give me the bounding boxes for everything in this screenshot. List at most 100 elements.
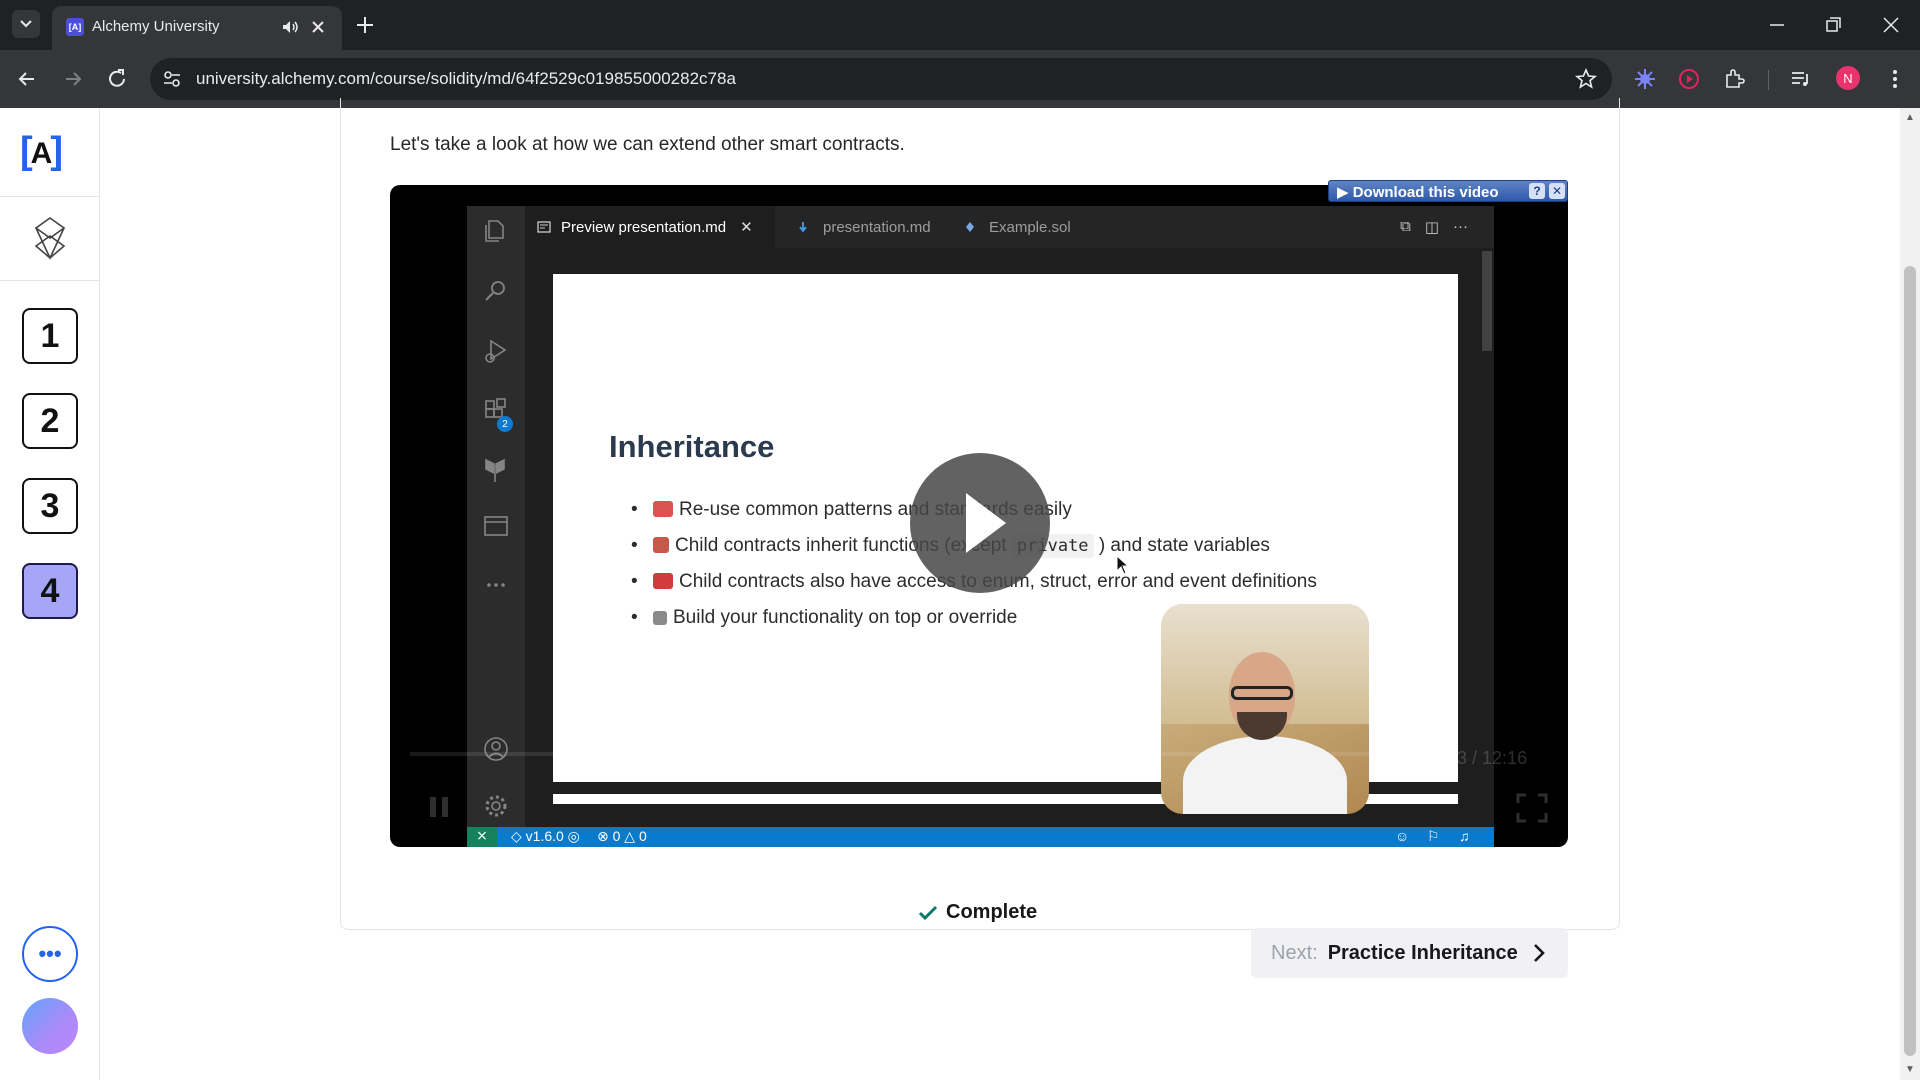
address-bar[interactable]: university.alchemy.com/course/solidity/m… — [150, 58, 1612, 100]
search-icon — [485, 281, 505, 301]
new-tab-icon[interactable] — [352, 12, 378, 38]
editor-scrollbar — [1482, 251, 1492, 351]
copilot-icon: ☺ — [1395, 828, 1410, 844]
kebab-menu-icon[interactable] — [1882, 66, 1908, 92]
files-icon — [485, 220, 504, 242]
video-progress-bar[interactable] — [410, 752, 1410, 756]
broadcast-icon: ⚐ — [1427, 828, 1440, 844]
editor-tab-label: Example.sol — [989, 218, 1071, 236]
open-source-icon: ⧉ — [1400, 218, 1411, 235]
logo-mark: A — [30, 137, 53, 170]
more-options-button[interactable]: ••• — [22, 926, 78, 982]
profile-avatar[interactable]: N — [1836, 66, 1860, 90]
download-video-label[interactable]: ▶ Download this video — [1337, 183, 1499, 201]
extension-flower-icon[interactable] — [1632, 66, 1658, 92]
remote-icon: ⨯ — [467, 827, 497, 847]
next-lesson-title: Practice Inheritance — [1327, 941, 1518, 964]
close-window-icon[interactable] — [1878, 12, 1904, 38]
extensions-puzzle-icon[interactable] — [1722, 66, 1748, 92]
status-problems: ⊗ 0 △ 0 — [597, 828, 647, 844]
lesson-video-player[interactable]: 2 Preview presentation.md ✕ presentation… — [390, 185, 1568, 847]
bullet-text: ) and state variables — [1098, 535, 1270, 556]
tab-title: Alchemy University — [92, 18, 220, 35]
run-debug-icon — [485, 339, 507, 363]
extension-record-icon[interactable] — [1676, 66, 1702, 92]
reload-icon[interactable] — [104, 66, 130, 92]
pause-icon[interactable] — [428, 795, 450, 819]
preview-icon — [537, 221, 551, 233]
module-4-button[interactable]: 4 — [22, 563, 78, 619]
video-time: 0:03 / 12:16 — [1432, 748, 1528, 768]
wrench-icon — [653, 611, 667, 625]
complete-button[interactable]: Complete — [918, 901, 1037, 924]
more-icon — [487, 583, 505, 587]
toolbox-icon — [653, 573, 673, 589]
editor-tab-bar: Preview presentation.md ✕ presentation.m… — [525, 206, 1494, 248]
logo-bracket-left: [ — [20, 130, 33, 172]
browser-tab[interactable]: [A] Alchemy University — [52, 6, 342, 50]
solidity-icon — [966, 222, 974, 232]
course-sidebar: [A] 1 2 3 4 ••• — [0, 108, 100, 1080]
terraform-icon — [485, 458, 505, 482]
alchemy-logo[interactable]: [A] — [20, 130, 63, 173]
page-scrollbar[interactable]: ▲ ▼ — [1900, 108, 1920, 1080]
editor-tab-preview: Preview presentation.md ✕ — [525, 206, 775, 248]
minimize-icon[interactable] — [1764, 12, 1790, 38]
toolbar-divider — [1768, 70, 1769, 90]
activity-bar: 2 — [467, 206, 525, 827]
page-content: [A] 1 2 3 4 ••• Let's take a look at how… — [0, 98, 1920, 1080]
logo-bracket-right: ] — [50, 130, 63, 172]
editor-tab-label: Preview presentation.md — [561, 218, 727, 236]
help-icon[interactable]: ? — [1529, 183, 1545, 199]
play-button[interactable] — [910, 453, 1050, 593]
error-count: 0 — [612, 828, 621, 844]
presenter-glasses — [1231, 686, 1293, 700]
complete-label: Complete — [946, 901, 1038, 923]
close-icon[interactable]: ✕ — [1549, 183, 1565, 199]
brick-icon — [653, 501, 673, 517]
bookmark-star-icon[interactable] — [1574, 67, 1598, 91]
sidebar-divider — [0, 280, 100, 281]
mouse-cursor-icon — [1116, 555, 1130, 575]
module-1-button[interactable]: 1 — [22, 308, 78, 364]
site-settings-icon[interactable] — [160, 67, 184, 91]
close-tab-icon[interactable] — [308, 17, 328, 37]
check-icon — [918, 905, 938, 920]
editor-actions: ⧉ ◫ ··· — [1400, 218, 1468, 236]
editor-tab-label: presentation.md — [823, 218, 931, 236]
scroll-down-icon[interactable]: ▼ — [1905, 1064, 1915, 1075]
vscode-status-bar: ⨯ ◇ v1.6.0 ◎ ⊗ 0 △ 0 ☺ ⚐ ♫ — [467, 827, 1494, 847]
chevron-right-icon — [1533, 944, 1545, 962]
user-avatar[interactable] — [22, 998, 78, 1054]
browser-tab-bar: [A] Alchemy University — [0, 0, 1920, 50]
ethereum-course-icon[interactable] — [32, 216, 68, 260]
next-prefix: Next: — [1271, 941, 1318, 964]
editor-tab-solidity: Example.sol — [953, 206, 1083, 248]
bullet-text: Build your functionality on top or overr… — [673, 607, 1018, 628]
chevron-down-icon — [20, 20, 32, 28]
status-version-text: v1.6.0 — [525, 828, 564, 844]
forward-icon[interactable] — [60, 66, 86, 92]
notification-bell-icon: ♫ — [1459, 828, 1470, 844]
warning-count: 0 — [638, 828, 647, 844]
module-3-button[interactable]: 3 — [22, 478, 78, 534]
scroll-up-icon[interactable]: ▲ — [1905, 112, 1915, 123]
fullscreen-icon[interactable] — [1516, 793, 1548, 823]
sidebar-divider — [0, 196, 100, 197]
url-text[interactable]: university.alchemy.com/course/solidity/m… — [196, 69, 736, 89]
more-actions-icon: ··· — [1453, 218, 1468, 235]
download-video-bar[interactable]: ▶ Download this video ? ✕ — [1328, 180, 1568, 202]
crane-icon — [653, 537, 669, 553]
lesson-intro-text: Let's take a look at how we can extend o… — [390, 134, 905, 155]
slide-title: Inheritance — [609, 429, 775, 464]
media-control-icon[interactable] — [1788, 66, 1814, 92]
split-editor-icon: ◫ — [1424, 219, 1439, 236]
tab-search-button[interactable] — [12, 10, 40, 38]
next-lesson-button[interactable]: Next: Practice Inheritance — [1251, 928, 1568, 978]
restore-icon[interactable] — [1820, 12, 1846, 38]
scrollbar-thumb[interactable] — [1904, 266, 1916, 1056]
back-icon[interactable] — [14, 66, 40, 92]
extensions-badge: 2 — [497, 416, 513, 432]
speaker-icon[interactable] — [280, 17, 300, 37]
module-2-button[interactable]: 2 — [22, 393, 78, 449]
